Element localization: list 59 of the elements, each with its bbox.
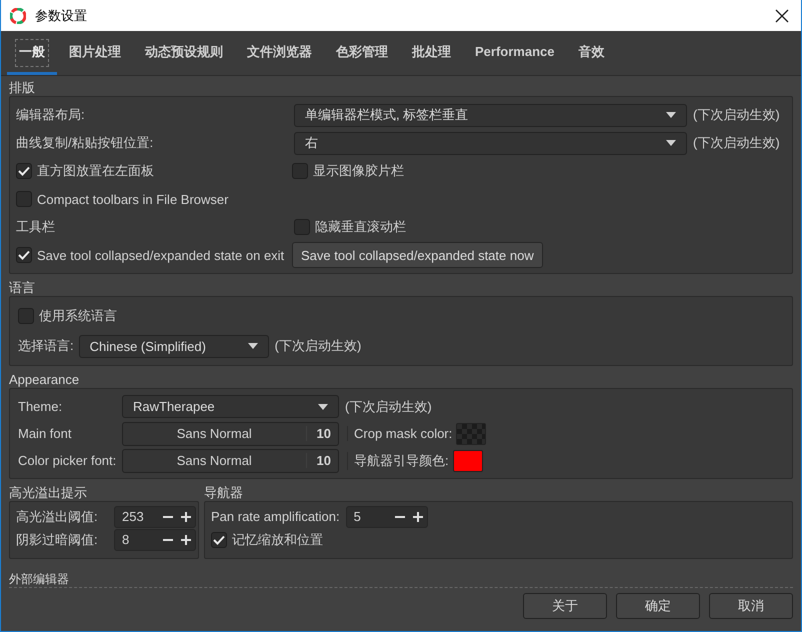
field-label: 高光溢出阈值: (16, 508, 99, 526)
checkered-swatch[interactable] (456, 422, 486, 444)
window-title: 参数设置 (35, 6, 87, 24)
font-button[interactable]: Sans Normal 10 (122, 448, 339, 472)
checkbox[interactable]: Save tool collapsed/expanded state on exit (16, 247, 292, 263)
section-title: Appearance (9, 372, 80, 388)
dropdown[interactable]: 单编辑器栏模式, 标签栏垂直 (294, 104, 687, 126)
dropdown-arrow-icon (318, 404, 328, 410)
close-icon[interactable] (775, 8, 789, 22)
hint-text: (下次启动生效) (693, 134, 780, 152)
dropdown[interactable]: 右 (294, 132, 687, 154)
tab[interactable]: 文件浏览器 (235, 31, 324, 75)
check-icon (18, 250, 30, 260)
tab[interactable]: 动态预设规则 (133, 31, 235, 75)
field-label: Pan rate amplification: (211, 509, 340, 524)
button[interactable]: Save tool collapsed/expanded state now (292, 242, 543, 268)
hint-text: (下次启动生效) (693, 106, 780, 124)
dialog-button[interactable]: 取消 (709, 593, 793, 619)
check-icon (213, 534, 225, 544)
tab[interactable]: 色彩管理 (324, 31, 400, 75)
checkbox[interactable]: 显示图像胶片栏 (292, 162, 404, 180)
tab[interactable]: 一般 (7, 31, 57, 75)
field-label: Main font (18, 426, 72, 441)
section-title: 排版 (9, 80, 36, 96)
field-label: 导航器引导颜色: (347, 452, 449, 470)
section-title: 导航器 (204, 485, 244, 501)
field-label: 选择语言: (18, 337, 74, 355)
checkbox[interactable]: Compact toolbars in File Browser (16, 191, 228, 207)
font-button[interactable]: Sans Normal 10 (122, 422, 339, 446)
section-title: 语言 (9, 280, 36, 296)
field-label: Color picker font: (18, 453, 118, 468)
field-label: Theme: (18, 399, 64, 414)
tab[interactable]: 批处理 (400, 31, 463, 75)
field-label: 编辑器布局: (16, 106, 86, 124)
dropdown[interactable]: RawTherapee (122, 395, 339, 418)
tab[interactable]: Performance (463, 31, 566, 75)
dropdown-arrow-icon (666, 140, 676, 146)
tab[interactable]: 图片处理 (57, 31, 133, 75)
app-icon (10, 8, 26, 24)
dropdown-arrow-icon (248, 343, 258, 349)
field-label: 工具栏 (16, 218, 56, 236)
tab[interactable]: 音效 (566, 31, 616, 75)
section-title: 外部编辑器 (9, 571, 70, 587)
dropdown-arrow-icon (666, 112, 676, 118)
check-icon (18, 166, 30, 176)
dialog-button[interactable]: 关于 (523, 593, 607, 619)
field-label: Crop mask color: (347, 426, 452, 441)
hint-text: (下次启动生效) (274, 337, 362, 355)
checkbox[interactable]: 直方图放置在左面板 (16, 162, 292, 180)
hint-text: (下次启动生效) (345, 398, 432, 416)
checkbox[interactable]: 隐藏垂直滚动栏 (294, 218, 406, 236)
checkbox[interactable]: 记忆缩放和位置 (211, 530, 323, 548)
field-label: 阴影过暗阈值: (16, 530, 99, 548)
dropdown[interactable]: Chinese (Simplified) (78, 334, 269, 358)
section-title: 高光溢出提示 (9, 485, 88, 501)
dialog-button[interactable]: 确定 (616, 593, 700, 619)
checkbox[interactable]: 使用系统语言 (18, 307, 117, 325)
field-label: 曲线复制/粘贴按钮位置: (16, 134, 154, 152)
color-swatch[interactable] (452, 450, 483, 472)
